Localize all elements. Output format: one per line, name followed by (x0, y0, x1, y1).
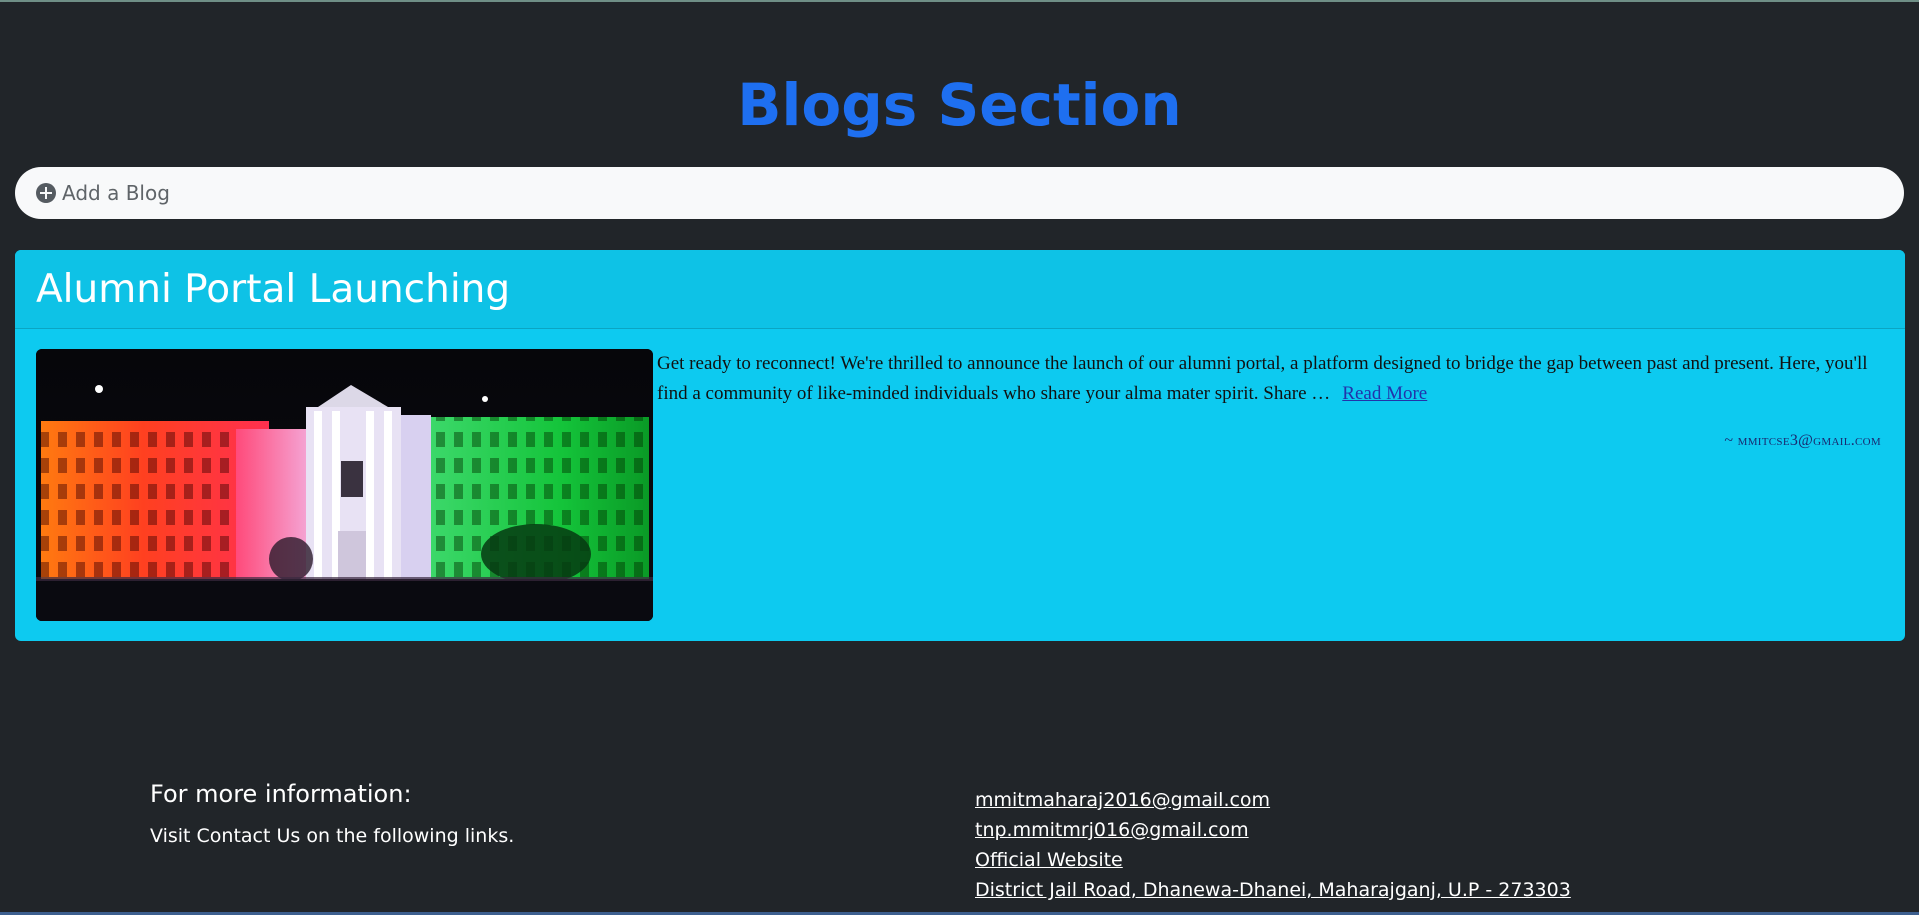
add-blog-label: Add a Blog (62, 181, 170, 205)
plus-circle-icon (36, 183, 56, 203)
illuminated-building-image (36, 349, 653, 621)
blog-image (36, 349, 653, 621)
footer-email-link[interactable]: mmitmaharaj2016@gmail.com (975, 785, 1571, 815)
footer-heading: For more information: (150, 780, 412, 808)
footer-subtext: Visit Contact Us on the following links. (150, 825, 515, 847)
add-blog-button[interactable]: Add a Blog (15, 167, 1904, 219)
address-link[interactable]: District Jail Road, Dhanewa-Dhanei, Maha… (975, 875, 1571, 905)
footer-tnp-email-link[interactable]: tnp.mmitmrj016@gmail.com (975, 815, 1571, 845)
blog-title: Alumni Portal Launching (36, 267, 511, 312)
official-website-link[interactable]: Official Website (975, 845, 1571, 875)
blog-excerpt: Get ready to reconnect! We're thrilled t… (657, 353, 1868, 404)
blog-card: Alumni Portal Launching Get ready to rec… (15, 250, 1905, 641)
blog-card-header: Alumni Portal Launching (15, 250, 1905, 329)
page-title: Blogs Section (737, 71, 1182, 139)
blog-excerpt-paragraph: Get ready to reconnect! We're thrilled t… (657, 349, 1887, 409)
blog-author: ~ mmitcse3@gmail.com (1724, 432, 1881, 449)
top-border (0, 0, 1919, 2)
read-more-link[interactable]: Read More (1342, 383, 1427, 404)
footer-links: mmitmaharaj2016@gmail.com tnp.mmitmrj016… (975, 785, 1571, 905)
